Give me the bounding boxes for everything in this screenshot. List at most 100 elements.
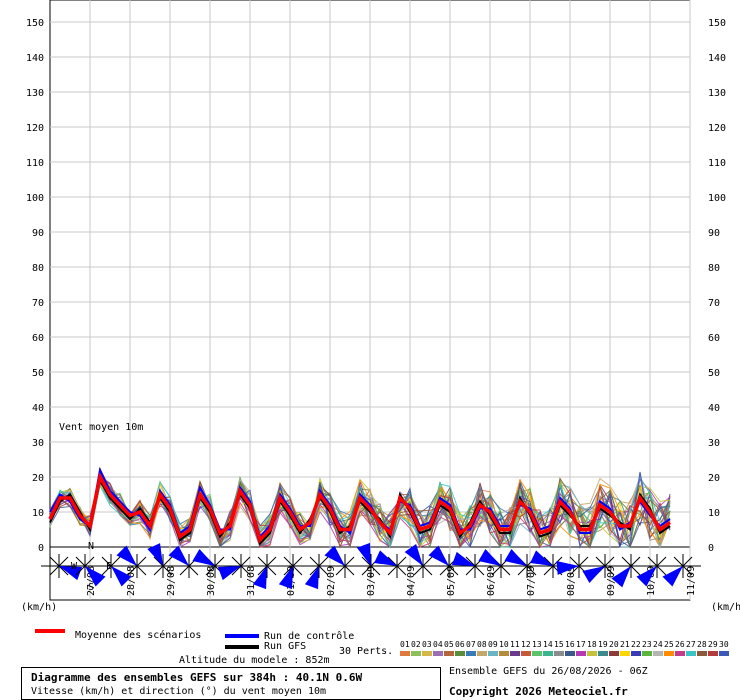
y-tick-label: 0 <box>38 543 44 554</box>
x-tick-label: 06/09 <box>486 566 497 596</box>
pert-label: 26 <box>675 640 685 649</box>
pert-swatch <box>675 651 685 656</box>
pert-label: 24 <box>653 640 663 649</box>
pert-label: 29 <box>708 640 718 649</box>
pert-swatch <box>521 651 531 656</box>
pert-swatch <box>543 651 553 656</box>
pert-label: 03 <box>422 640 432 649</box>
pert-label: 07 <box>466 640 476 649</box>
y-tick-label: 150 <box>26 18 44 29</box>
inner-label: Vent moyen 10m <box>59 422 143 433</box>
pert-label: 19 <box>598 640 608 649</box>
y-tick-label: 20 <box>32 473 44 484</box>
x-tick-label: 04/09 <box>406 566 417 596</box>
chart-title: Diagramme des ensembles GEFS sur 384h : … <box>31 671 363 684</box>
perts-label: 30 Perts. <box>339 646 394 657</box>
pert-swatch <box>664 651 674 656</box>
y-tick-label-right: 60 <box>708 333 720 344</box>
y-tick-label-right: 140 <box>708 53 726 64</box>
pert-swatch <box>510 651 520 656</box>
pert-swatch <box>642 651 652 656</box>
pert-swatch <box>708 651 718 656</box>
y-tick-label-right: 0 <box>708 543 714 554</box>
y-axis-right: 0 10 20 30 40 50 60 70 80 90 100 110 120 130 140 150 <box>708 18 726 554</box>
pert-label: 30 <box>719 640 729 649</box>
pert-label: 10 <box>499 640 509 649</box>
pert-swatch <box>433 651 443 656</box>
x-tick-label: 31/08 <box>246 566 257 596</box>
y-tick-label: 70 <box>32 298 44 309</box>
pert-swatch <box>422 651 432 656</box>
pert-swatch <box>686 651 696 656</box>
pert-label: 17 <box>576 640 586 649</box>
pert-label: 21 <box>620 640 630 649</box>
y-tick-label-right: 50 <box>708 368 720 379</box>
y-tick-label: 140 <box>26 53 44 64</box>
y-tick-label-right: 70 <box>708 298 720 309</box>
title-box: Diagramme des ensembles GEFS sur 384h : … <box>21 667 441 700</box>
compass-n: N <box>88 541 94 552</box>
y-tick-label-right: 40 <box>708 403 720 414</box>
pert-label: 04 <box>433 640 443 649</box>
altitude-label: Altitude du modele : 852m <box>179 655 330 666</box>
legend-controle-swatch <box>225 634 259 638</box>
pert-label: 16 <box>565 640 575 649</box>
pert-swatch <box>466 651 476 656</box>
pert-swatch <box>499 651 509 656</box>
pert-swatch <box>697 651 707 656</box>
pert-swatch <box>444 651 454 656</box>
y-tick-label-right: 100 <box>708 193 726 204</box>
pert-swatch <box>554 651 564 656</box>
pert-label: 18 <box>587 640 597 649</box>
pert-swatch <box>609 651 619 656</box>
y-tick-label: 30 <box>32 438 44 449</box>
pert-label: 28 <box>697 640 707 649</box>
pert-label: 05 <box>444 640 454 649</box>
pert-label: 08 <box>477 640 487 649</box>
y-tick-label: 120 <box>26 123 44 134</box>
pert-label: 14 <box>543 640 553 649</box>
pert-label: 06 <box>455 640 465 649</box>
compass-e: E <box>106 561 112 572</box>
pert-label: 15 <box>554 640 564 649</box>
pert-label: 27 <box>686 640 696 649</box>
legend-moyenne: Moyenne des scénarios <box>75 630 202 641</box>
pert-swatch <box>411 651 421 656</box>
unit-right: (km/h) <box>711 602 740 613</box>
pert-swatch <box>631 651 641 656</box>
x-tick-label: 02/09 <box>326 566 337 596</box>
pert-label: 23 <box>642 640 652 649</box>
pert-swatch <box>620 651 630 656</box>
y-tick-label: 40 <box>32 403 44 414</box>
pert-label: 13 <box>532 640 542 649</box>
pert-swatch <box>400 651 410 656</box>
ensemble-label: Ensemble GEFS du 26/08/2026 - 06Z <box>449 666 648 677</box>
y-tick-label: 110 <box>26 158 44 169</box>
pert-swatch <box>653 651 663 656</box>
pert-swatch <box>576 651 586 656</box>
pert-swatch <box>532 651 542 656</box>
y-tick-label: 130 <box>26 88 44 99</box>
y-tick-label-right: 110 <box>708 158 726 169</box>
y-axis-left: 0 10 20 30 40 50 60 70 80 90 100 110 120 130 140 150 <box>26 18 44 554</box>
y-tick-label-right: 20 <box>708 473 720 484</box>
pert-swatch <box>587 651 597 656</box>
compass-w: W <box>71 561 78 572</box>
chart-subtitle: Vitesse (km/h) et direction (°) du vent … <box>31 686 327 697</box>
y-tick-label-right: 130 <box>708 88 726 99</box>
legend-gfs-swatch <box>225 645 259 649</box>
pert-label: 20 <box>609 640 619 649</box>
y-tick-label: 100 <box>26 193 44 204</box>
pert-label: 11 <box>510 640 520 649</box>
wind-ensemble-chart: 0 10 20 30 40 50 60 70 80 90 100 110 120 130 140 150 0 1… <box>21 0 740 613</box>
pert-label: 09 <box>488 640 498 649</box>
pert-label: 22 <box>631 640 641 649</box>
pert-swatch <box>565 651 575 656</box>
y-tick-label-right: 30 <box>708 438 720 449</box>
pert-label: 25 <box>664 640 674 649</box>
x-tick-label: 28/08 <box>126 566 137 596</box>
pert-swatch <box>488 651 498 656</box>
pert-swatch <box>477 651 487 656</box>
copyright-label: Copyright 2026 Meteociel.fr <box>449 685 628 698</box>
pert-swatch <box>455 651 465 656</box>
